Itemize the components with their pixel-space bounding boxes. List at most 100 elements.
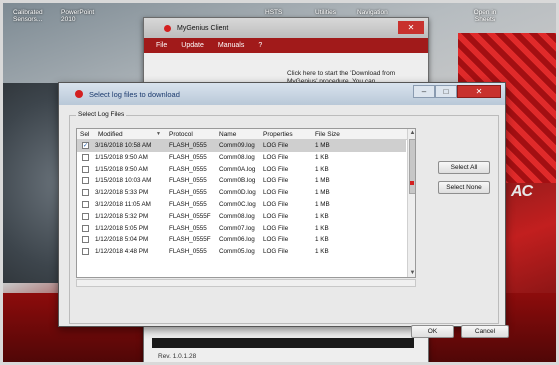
minimize-icon: – (421, 87, 427, 96)
mygenius-logo-icon (75, 90, 83, 98)
desktop-icon-label[interactable]: Navigation (357, 9, 401, 16)
row-checkbox[interactable] (82, 165, 89, 173)
cell-protocol: FLASH_0555 (169, 224, 207, 232)
client-titlebar[interactable]: MyGenius Client ✕ (144, 18, 428, 38)
table-row[interactable]: 3/12/2018 11:05 AM FLASH_0555 Comm0C.log… (77, 199, 406, 211)
close-icon: ✕ (475, 87, 483, 96)
select-none-button[interactable]: Select None (438, 181, 490, 194)
table-row[interactable]: 1/12/2018 5:05 PM FLASH_0555 Comm07.log … (77, 223, 406, 235)
cell-file-size: 1 MB (315, 177, 330, 185)
cell-name: Comm08.log (219, 153, 255, 161)
client-close-button[interactable]: ✕ (398, 21, 424, 34)
cell-modified: 3/12/2018 11:05 AM (95, 201, 151, 208)
dialog-close-button[interactable]: ✕ (457, 85, 501, 98)
row-checkbox[interactable] (82, 212, 89, 220)
table-row[interactable]: 1/15/2018 9:50 AM FLASH_0555 Comm08.log … (77, 152, 406, 164)
scrollbar-thumb[interactable] (409, 139, 415, 194)
scroll-up-icon[interactable]: ▲ (408, 129, 415, 138)
cell-protocol: FLASH_0555 (169, 142, 207, 149)
cell-name: Comm05.log (219, 248, 255, 256)
table-row[interactable]: 1/12/2018 4:48 PM FLASH_0555 Comm05.log … (77, 246, 406, 258)
cell-name: Comm07.log (219, 224, 255, 232)
ok-button[interactable]: OK (411, 325, 454, 338)
column-header-sel[interactable]: Sel (80, 129, 89, 140)
scroll-down-icon[interactable]: ▼ (408, 269, 415, 277)
cell-modified: 1/12/2018 4:48 PM (95, 248, 149, 256)
dialog-titlebar[interactable]: Select log files to download – □ ✕ (59, 83, 505, 105)
row-checkbox[interactable] (82, 153, 89, 161)
select-log-files-group: Select Log Files Sel Modified ▼ Protocol… (69, 111, 509, 338)
column-header-file-size[interactable]: File Size (315, 129, 340, 140)
row-checkbox[interactable] (82, 189, 89, 197)
row-checkbox[interactable] (82, 224, 89, 232)
table-row[interactable]: 1/12/2018 5:32 PM FLASH_0555F Comm08.log… (77, 211, 406, 223)
dialog-title: Select log files to download (89, 89, 180, 99)
log-files-table: Sel Modified ▼ Protocol Name Properties … (76, 128, 416, 278)
cell-properties: LOG File (263, 236, 289, 244)
table-row[interactable]: 3/12/2018 5:33 PM FLASH_0555 Comm0D.log … (77, 187, 406, 199)
cell-file-size: 1 KB (315, 248, 329, 256)
cell-name: Comm08.log (219, 212, 255, 220)
table-header: Sel Modified ▼ Protocol Name Properties … (77, 129, 415, 140)
cell-properties: LOG File (263, 142, 289, 149)
minimize-button[interactable]: – (413, 85, 435, 98)
cell-name: Comm06.log (219, 236, 255, 244)
cancel-button[interactable]: Cancel (461, 325, 509, 338)
row-checkbox[interactable] (82, 177, 89, 185)
desktop-wallpaper-logo: AC (511, 183, 533, 200)
table-row[interactable]: 1/15/2018 10:03 AM FLASH_0555 Comm0B.log… (77, 175, 406, 187)
select-all-button[interactable]: Select All (438, 161, 490, 174)
cell-name: Comm09.log (219, 142, 255, 149)
cell-file-size: 1 KB (315, 224, 329, 232)
cell-protocol: FLASH_0555F (169, 236, 211, 244)
scroll-marker-icon (410, 181, 414, 185)
cell-protocol: FLASH_0555 (169, 248, 207, 256)
menu-help[interactable]: ? (258, 42, 262, 49)
cell-name: Comm0B.log (219, 177, 256, 185)
sort-desc-icon: ▼ (156, 131, 161, 137)
desktop-icon-label[interactable]: Open in Sheets (465, 9, 505, 23)
desktop-icon-label[interactable]: Calibrated Sensors... (13, 9, 55, 23)
cell-file-size: 1 MB (315, 142, 330, 149)
screenshot-frame: AC Calibrated Sensors... PowerPoint 2010… (0, 0, 559, 365)
column-header-modified[interactable]: Modified (98, 129, 123, 140)
table-vertical-scrollbar[interactable]: ▲ ▼ (407, 129, 415, 277)
column-header-protocol[interactable]: Protocol (169, 129, 193, 140)
table-row[interactable]: 1/15/2018 9:50 AM FLASH_0555 Comm0A.log … (77, 164, 406, 176)
cell-name: Comm0A.log (219, 165, 256, 173)
table-row[interactable]: 1/12/2018 5:04 PM FLASH_0555F Comm06.log… (77, 234, 406, 246)
cell-modified: 3/16/2018 10:58 AM (95, 142, 152, 149)
maximize-button[interactable]: □ (435, 85, 457, 98)
column-header-properties[interactable]: Properties (263, 129, 293, 140)
desktop-icon-label[interactable]: HSTS (265, 9, 295, 16)
cell-protocol: FLASH_0555 (169, 165, 207, 173)
cell-file-size: 1 KB (315, 236, 329, 244)
row-checkbox[interactable] (82, 248, 89, 256)
cell-modified: 1/12/2018 5:05 PM (95, 224, 149, 232)
maximize-icon: □ (443, 87, 449, 96)
cell-properties: LOG File (263, 189, 289, 197)
desktop-icon-label[interactable]: PowerPoint 2010 (61, 9, 101, 23)
menu-file[interactable]: File (156, 42, 167, 49)
cell-modified: 1/12/2018 5:04 PM (95, 236, 149, 244)
table-horizontal-scrollbar[interactable] (76, 279, 416, 287)
desktop-icon-label[interactable]: Utilities (315, 9, 351, 16)
cell-modified: 1/15/2018 9:50 AM (95, 165, 148, 173)
row-checkbox[interactable] (82, 201, 89, 208)
cell-modified: 1/15/2018 9:50 AM (95, 153, 148, 161)
cell-name: Comm0C.log (219, 201, 256, 208)
cell-name: Comm0D.log (219, 189, 256, 197)
cell-file-size: 1 KB (315, 153, 329, 161)
row-checkbox[interactable] (82, 236, 89, 244)
column-header-name[interactable]: Name (219, 129, 236, 140)
menu-update[interactable]: Update (181, 42, 204, 49)
client-menubar: File Update Manuals ? (144, 38, 428, 53)
select-log-files-dialog: Select log files to download – □ ✕ Selec… (58, 82, 509, 338)
cell-properties: LOG File (263, 248, 289, 256)
table-row[interactable]: ✓ 3/16/2018 10:58 AM FLASH_0555 Comm09.l… (77, 140, 406, 152)
client-log-strip (152, 338, 414, 348)
menu-manuals[interactable]: Manuals (218, 42, 244, 49)
cell-modified: 1/12/2018 5:32 PM (95, 212, 149, 220)
close-icon: ✕ (407, 23, 415, 32)
row-checkbox[interactable]: ✓ (82, 142, 89, 149)
